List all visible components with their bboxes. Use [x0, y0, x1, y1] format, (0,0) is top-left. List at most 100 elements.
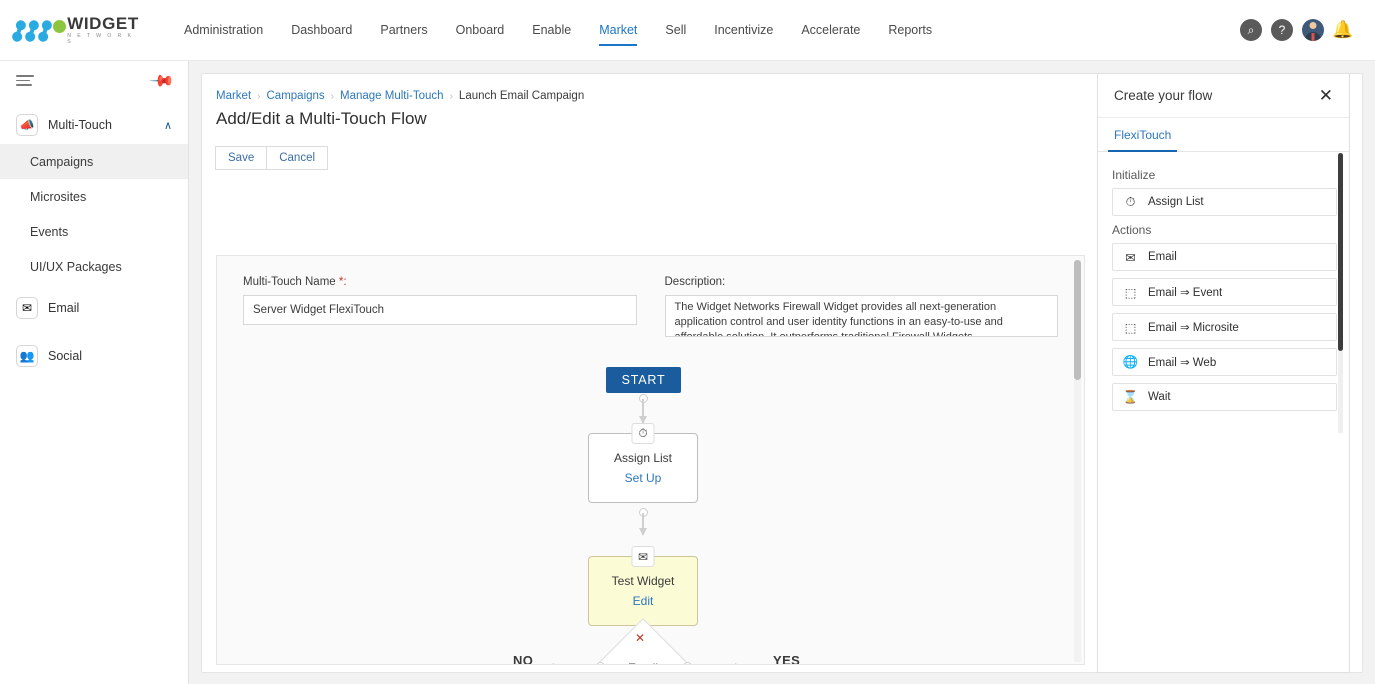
- panel-item-email[interactable]: ✉ Email: [1112, 243, 1337, 271]
- description-field-label: Description:: [665, 276, 1059, 288]
- panel-item-label: Assign List: [1148, 196, 1204, 208]
- social-icon: 👥: [16, 345, 38, 367]
- flow-node-assign-list[interactable]: ⏱ Assign List Set Up: [588, 433, 698, 503]
- sidebar-item-multi-touch[interactable]: 📣 Multi-Touch ∧: [0, 106, 188, 144]
- sidebar-item-social[interactable]: 👥 Social: [0, 332, 188, 380]
- flow-node-title: Test Widget: [612, 574, 675, 588]
- panel-item-wait[interactable]: ⌛ Wait: [1112, 383, 1337, 411]
- canvas-scrollbar[interactable]: [1074, 260, 1081, 662]
- breadcrumb-link[interactable]: Market: [216, 90, 251, 102]
- panel-item-assign-list[interactable]: ⏱ Assign List: [1112, 188, 1337, 216]
- nav-link-administration[interactable]: Administration: [170, 0, 277, 60]
- nav-link-accelerate[interactable]: Accelerate: [787, 0, 874, 60]
- nav-link-market[interactable]: Market: [585, 0, 651, 60]
- panel-item-label: Email ⇒ Microsite: [1148, 320, 1239, 334]
- flow-node-test-widget[interactable]: ✉ Test Widget Edit: [588, 556, 698, 626]
- top-navigation-bar: WIDGET N E T W O R K S AdministrationDas…: [0, 0, 1375, 61]
- panel-item-label: Wait: [1148, 391, 1171, 403]
- panel-section-heading: Initialize: [1112, 168, 1337, 182]
- description-field-group: Description: The Widget Networks Firewal…: [665, 276, 1059, 342]
- email-icon: ✉: [1122, 250, 1139, 265]
- cancel-button[interactable]: Cancel: [266, 146, 328, 170]
- nav-link-partners[interactable]: Partners: [366, 0, 441, 60]
- nav-link-dashboard[interactable]: Dashboard: [277, 0, 366, 60]
- panel-item-label: Email ⇒ Web: [1148, 355, 1216, 369]
- flow-node-title: Assign List: [614, 451, 672, 465]
- page-title: Add/Edit a Multi-Touch Flow: [216, 109, 427, 129]
- nav-link-enable[interactable]: Enable: [518, 0, 585, 60]
- panel-header: Create your flow ✕: [1098, 74, 1349, 118]
- tab-flexitouch[interactable]: FlexiTouch: [1114, 118, 1171, 151]
- sidebar-item-label: Email: [48, 301, 172, 315]
- notification-bell-icon[interactable]: 🔔: [1333, 19, 1353, 41]
- globe-icon: 🌐: [1122, 355, 1139, 370]
- logo-mark-icon: [12, 14, 65, 46]
- panel-item-label: Email: [1148, 251, 1177, 263]
- nav-link-reports[interactable]: Reports: [874, 0, 946, 60]
- main-nav-links: AdministrationDashboardPartnersOnboardEn…: [170, 0, 946, 60]
- panel-section-heading: Actions: [1112, 223, 1337, 237]
- sidebar-item-email[interactable]: ✉ Email: [0, 284, 188, 332]
- name-field-group: Multi-Touch Name *:: [243, 276, 637, 342]
- brand-logo[interactable]: WIDGET N E T W O R K S: [12, 14, 142, 46]
- start-node[interactable]: START: [606, 367, 681, 393]
- flow-node-action-link[interactable]: Set Up: [625, 471, 662, 485]
- close-icon[interactable]: ✕: [1319, 87, 1333, 104]
- sidebar-item-events[interactable]: Events: [0, 214, 188, 249]
- panel-body: Initialize ⏱ Assign List Actions ✉ Email ⬚ Emai…: [1098, 153, 1351, 673]
- form-fields: Multi-Touch Name *: Description: The Wid…: [217, 256, 1084, 342]
- flow-canvas: START ⏱ Assign List Set Up ✉ Test Widget…: [217, 350, 1072, 665]
- panel-scrollbar[interactable]: [1338, 153, 1343, 433]
- panel-item-email-web[interactable]: 🌐 Email ⇒ Web: [1112, 348, 1337, 376]
- nav-link-incentivize[interactable]: Incentivize: [700, 0, 787, 60]
- brand-name: WIDGET: [67, 15, 142, 32]
- user-avatar[interactable]: [1302, 19, 1324, 41]
- name-field-label: Multi-Touch Name *:: [243, 276, 637, 288]
- hourglass-icon: ⌛: [1122, 390, 1139, 405]
- sidebar-item-campaigns[interactable]: Campaigns: [0, 144, 188, 179]
- stopwatch-icon: ⏱: [1122, 195, 1139, 210]
- nav-link-onboard[interactable]: Onboard: [442, 0, 519, 60]
- sidebar-item-microsites[interactable]: Microsites: [0, 179, 188, 214]
- nav-icon-group: ⌕ ? 🔔: [1240, 19, 1353, 41]
- email-event-icon: ⬚: [1122, 285, 1139, 300]
- sidebar-header: 📌: [0, 61, 188, 100]
- email-microsite-icon: ⬚: [1122, 320, 1139, 335]
- branch-label-yes: YES: [773, 653, 800, 665]
- page-body: 📌 📣 Multi-Touch ∧ CampaignsMicrositesEve…: [0, 61, 1375, 684]
- sidebar-group-label: Multi-Touch: [48, 118, 164, 132]
- close-icon[interactable]: ✕: [635, 631, 645, 645]
- flow-node-action-link[interactable]: Edit: [633, 594, 654, 608]
- breadcrumb-link[interactable]: Campaigns: [267, 90, 325, 102]
- chevron-up-icon[interactable]: ∧: [164, 119, 172, 132]
- breadcrumb-separator: ›: [331, 91, 334, 102]
- save-button[interactable]: Save: [215, 146, 267, 170]
- panel-item-email-event[interactable]: ⬚ Email ⇒ Event: [1112, 278, 1337, 306]
- email-icon: ✉: [16, 297, 38, 319]
- panel-title: Create your flow: [1114, 88, 1212, 103]
- decision-node-label: Email: [612, 661, 674, 665]
- panel-item-email-microsite[interactable]: ⬚ Email ⇒ Microsite: [1112, 313, 1337, 341]
- email-icon: ✉: [632, 546, 655, 567]
- search-icon[interactable]: ⌕: [1240, 19, 1262, 41]
- breadcrumb-separator: ›: [450, 91, 453, 102]
- breadcrumb-link[interactable]: Manage Multi-Touch: [340, 90, 444, 102]
- hamburger-menu-icon[interactable]: [16, 72, 34, 90]
- sidebar-item-label: Social: [48, 349, 172, 363]
- help-icon[interactable]: ?: [1271, 19, 1293, 41]
- branch-label-no: NO: [513, 653, 533, 665]
- create-flow-panel: Create your flow ✕ FlexiTouch Initialize…: [1097, 73, 1350, 673]
- breadcrumb-current: Launch Email Campaign: [459, 90, 584, 102]
- stopwatch-icon: ⏱: [632, 423, 655, 444]
- brand-tagline: N E T W O R K S: [67, 34, 142, 44]
- pin-icon[interactable]: 📌: [148, 66, 176, 94]
- multi-touch-name-input[interactable]: [243, 295, 637, 325]
- panel-tabs: FlexiTouch: [1098, 118, 1349, 152]
- panel-item-label: Email ⇒ Event: [1148, 285, 1222, 299]
- flow-editor-panel: Multi-Touch Name *: Description: The Wid…: [216, 255, 1085, 665]
- sidebar-item-ui-ux-packages[interactable]: UI/UX Packages: [0, 249, 188, 284]
- sidebar-group-multi-touch: 📣 Multi-Touch ∧ CampaignsMicrositesEvent…: [0, 106, 188, 284]
- nav-link-sell[interactable]: Sell: [651, 0, 700, 60]
- description-textarea[interactable]: The Widget Networks Firewall Widget prov…: [665, 295, 1059, 337]
- left-sidebar: 📌 📣 Multi-Touch ∧ CampaignsMicrositesEve…: [0, 61, 189, 684]
